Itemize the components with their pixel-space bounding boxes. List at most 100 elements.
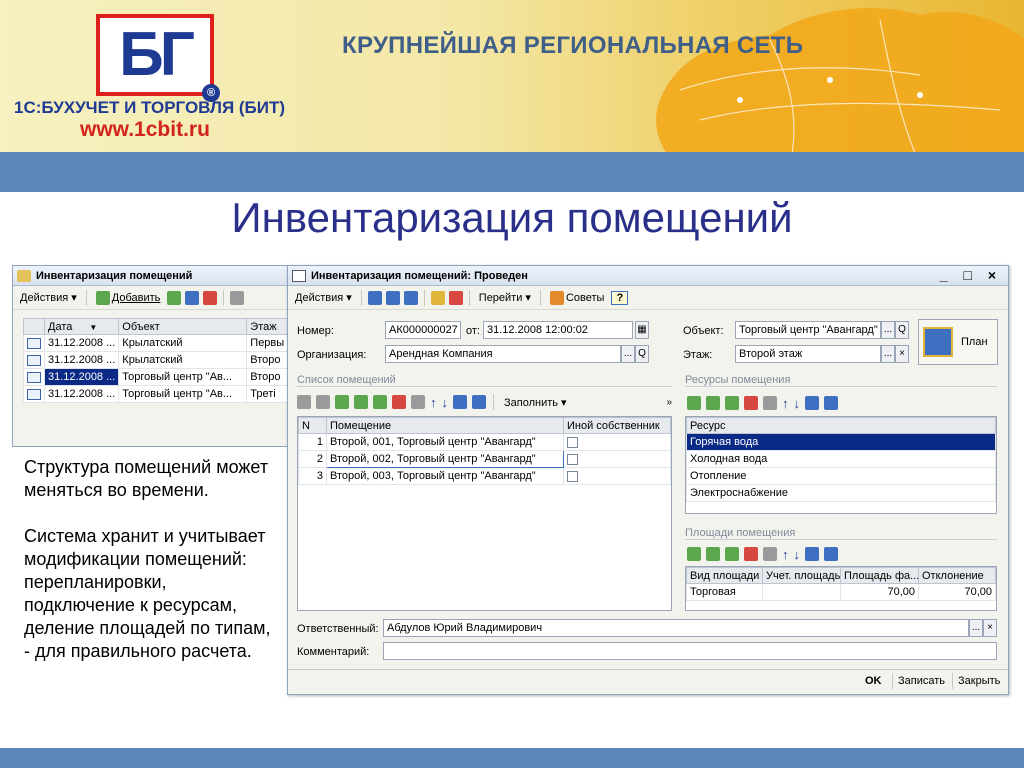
area-sort-asc-icon[interactable] xyxy=(805,547,819,561)
tips-button[interactable]: Советы xyxy=(547,290,607,306)
responsible-select-button[interactable]: ... xyxy=(969,619,983,637)
sort-desc-icon[interactable] xyxy=(472,395,486,409)
table-row-selected[interactable]: Горячая вода xyxy=(686,433,996,451)
delete-icon[interactable] xyxy=(203,290,218,305)
table-row[interactable]: 31.12.2008 ... Крылатский Второ xyxy=(23,351,308,369)
other-owner-checkbox[interactable] xyxy=(567,453,578,465)
add-child-icon[interactable] xyxy=(167,290,182,305)
table-row-selected[interactable]: 31.12.2008 ... Торговый центр "Ав... Вто… xyxy=(23,368,308,386)
edit-resource-icon[interactable] xyxy=(725,396,739,410)
edit-icon[interactable] xyxy=(297,395,311,409)
object-field[interactable]: Торговый центр "Авангард" xyxy=(735,321,881,339)
area-down-icon[interactable]: ↓ xyxy=(794,547,801,562)
document-window-title-bar: Инвентаризация помещений: Проведен _ □ × xyxy=(288,266,1008,286)
date-field[interactable]: 31.12.2008 12:00:02 xyxy=(483,321,633,339)
edit-area-icon[interactable] xyxy=(725,547,739,561)
floor-field[interactable]: Второй этаж xyxy=(735,345,881,363)
help-button[interactable]: ? xyxy=(611,290,629,305)
rooms-toolbar: ↑ ↓ Заполнить ▾ » xyxy=(297,392,672,412)
object-search-icon[interactable]: Q xyxy=(895,321,909,339)
repost-icon[interactable] xyxy=(403,290,418,305)
other-owner-checkbox[interactable] xyxy=(567,470,578,482)
add-area-icon[interactable] xyxy=(687,547,701,561)
posted-document-icon xyxy=(27,371,41,383)
area-sort-desc-icon[interactable] xyxy=(824,547,838,561)
fill-menu[interactable]: Заполнить ▾ xyxy=(501,395,570,410)
comment-field[interactable] xyxy=(383,642,997,660)
post-icon[interactable] xyxy=(385,290,400,305)
table-row[interactable]: Торговая 70,00 70,00 xyxy=(686,583,996,601)
other-owner-checkbox[interactable] xyxy=(567,436,578,448)
column-area-kind[interactable]: Вид площади xyxy=(686,567,763,584)
save-button[interactable]: Записать xyxy=(892,673,950,689)
goto-menu[interactable]: Перейти ▾ xyxy=(476,290,534,305)
movements-icon[interactable] xyxy=(448,290,463,305)
column-object[interactable]: Объект xyxy=(118,318,248,335)
resource-sort-asc-icon[interactable] xyxy=(805,396,819,410)
object-select-button[interactable]: ... xyxy=(881,321,895,339)
copy-rows-icon[interactable] xyxy=(354,395,368,409)
end-edit-area-icon[interactable] xyxy=(763,547,777,561)
structure-icon[interactable] xyxy=(430,290,445,305)
top-stripe xyxy=(0,152,1024,192)
number-field[interactable]: АК000000027 xyxy=(385,321,461,339)
column-deviation[interactable]: Отклонение xyxy=(918,567,996,584)
edit-row-icon[interactable] xyxy=(373,395,387,409)
add-button[interactable]: Добавить xyxy=(93,290,164,306)
column-date[interactable]: Дата ▼ xyxy=(43,318,120,335)
toolbar-overflow-icon[interactable]: » xyxy=(666,397,672,408)
resource-up-icon[interactable]: ↑ xyxy=(782,396,789,411)
ok-button[interactable]: OK xyxy=(860,673,887,689)
responsible-field[interactable]: Абдулов Юрий Владимирович xyxy=(383,619,969,637)
area-up-icon[interactable]: ↑ xyxy=(782,547,789,562)
copy-resource-icon[interactable] xyxy=(706,396,720,410)
move-up-icon[interactable]: ↑ xyxy=(430,395,437,410)
floor-select-button[interactable]: ... xyxy=(881,345,895,363)
delete-resource-icon[interactable] xyxy=(744,396,758,410)
window-controls[interactable]: _ □ × xyxy=(940,267,1002,283)
column-other-owner[interactable]: Иной собственник xyxy=(563,417,671,434)
copy-icon[interactable] xyxy=(185,290,200,305)
org-label: Организация: xyxy=(297,349,367,361)
calendar-icon[interactable]: ▦ xyxy=(635,321,649,339)
move-down-icon[interactable]: ↓ xyxy=(442,395,449,410)
table-row[interactable]: Электроснабжение xyxy=(686,484,996,502)
column-room[interactable]: Помещение xyxy=(326,417,564,434)
list-actions-menu[interactable]: Действия ▾ xyxy=(17,290,80,305)
copy-area-icon[interactable] xyxy=(706,547,720,561)
column-actual-area[interactable]: Площадь фа... xyxy=(840,567,919,584)
add-resource-icon[interactable] xyxy=(687,396,701,410)
delete-row-icon[interactable] xyxy=(392,395,406,409)
plan-button[interactable]: План xyxy=(918,319,998,365)
interval-icon[interactable] xyxy=(230,290,245,305)
delete-area-icon[interactable] xyxy=(744,547,758,561)
table-row[interactable]: 31.12.2008 ... Крылатский Первы xyxy=(23,334,308,352)
org-select-button[interactable]: ... xyxy=(621,345,635,363)
slide-description: Структура помещений может меняться во вр… xyxy=(24,456,279,686)
org-field[interactable]: Арендная Компания xyxy=(385,345,621,363)
table-row[interactable]: Отопление xyxy=(686,467,996,485)
post-and-close-icon[interactable] xyxy=(367,290,382,305)
floor-clear-button[interactable]: × xyxy=(895,345,909,363)
table-row-current[interactable]: 2 Второй, 002, Торговый центр "Авангард" xyxy=(298,450,671,468)
resource-down-icon[interactable]: ↓ xyxy=(794,396,801,411)
responsible-clear-button[interactable]: × xyxy=(983,619,997,637)
column-accounting-area[interactable]: Учет. площадь xyxy=(762,567,841,584)
column-n[interactable]: N xyxy=(298,417,327,434)
table-row[interactable]: 1 Второй, 001, Торговый центр "Авангард" xyxy=(298,433,671,451)
sort-asc-icon[interactable] xyxy=(453,395,467,409)
number-label: Номер: xyxy=(297,325,334,337)
doc-actions-menu[interactable]: Действия ▾ xyxy=(292,290,355,305)
close-button[interactable]: Закрыть xyxy=(952,673,1005,689)
column-resource[interactable]: Ресурс xyxy=(686,417,996,434)
table-row[interactable]: 31.12.2008 ... Торговый центр "Ав... Тре… xyxy=(23,385,308,403)
table-row[interactable]: 3 Второй, 003, Торговый центр "Авангард" xyxy=(298,467,671,485)
table-row[interactable]: Холодная вода xyxy=(686,450,996,468)
add-row-icon[interactable] xyxy=(335,395,349,409)
document-window-title: Инвентаризация помещений: Проведен xyxy=(311,269,528,282)
resource-sort-desc-icon[interactable] xyxy=(824,396,838,410)
org-search-icon[interactable]: Q xyxy=(635,345,649,363)
copy-row-icon[interactable] xyxy=(316,395,330,409)
end-edit-resource-icon[interactable] xyxy=(763,396,777,410)
end-edit-icon[interactable] xyxy=(411,395,425,409)
